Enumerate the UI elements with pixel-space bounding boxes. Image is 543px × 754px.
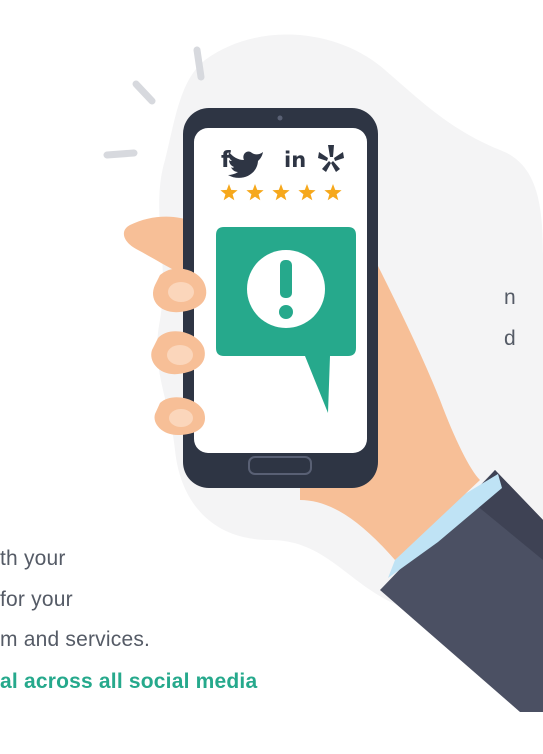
linkedin-icon[interactable]: in [284, 148, 306, 172]
text-fragment-line-4: for your [0, 588, 73, 611]
smartphone: f in [183, 108, 378, 488]
highlight-text: al across all social media [0, 670, 258, 693]
text-fragment-line-2: d [504, 327, 516, 350]
exclamation-icon [279, 260, 293, 319]
text-fragment-line-1: n [504, 286, 516, 309]
text-fragment-line-5: m and services. [0, 628, 151, 651]
text-fragment-line-3: th your [0, 547, 66, 570]
phone-camera [277, 115, 283, 121]
